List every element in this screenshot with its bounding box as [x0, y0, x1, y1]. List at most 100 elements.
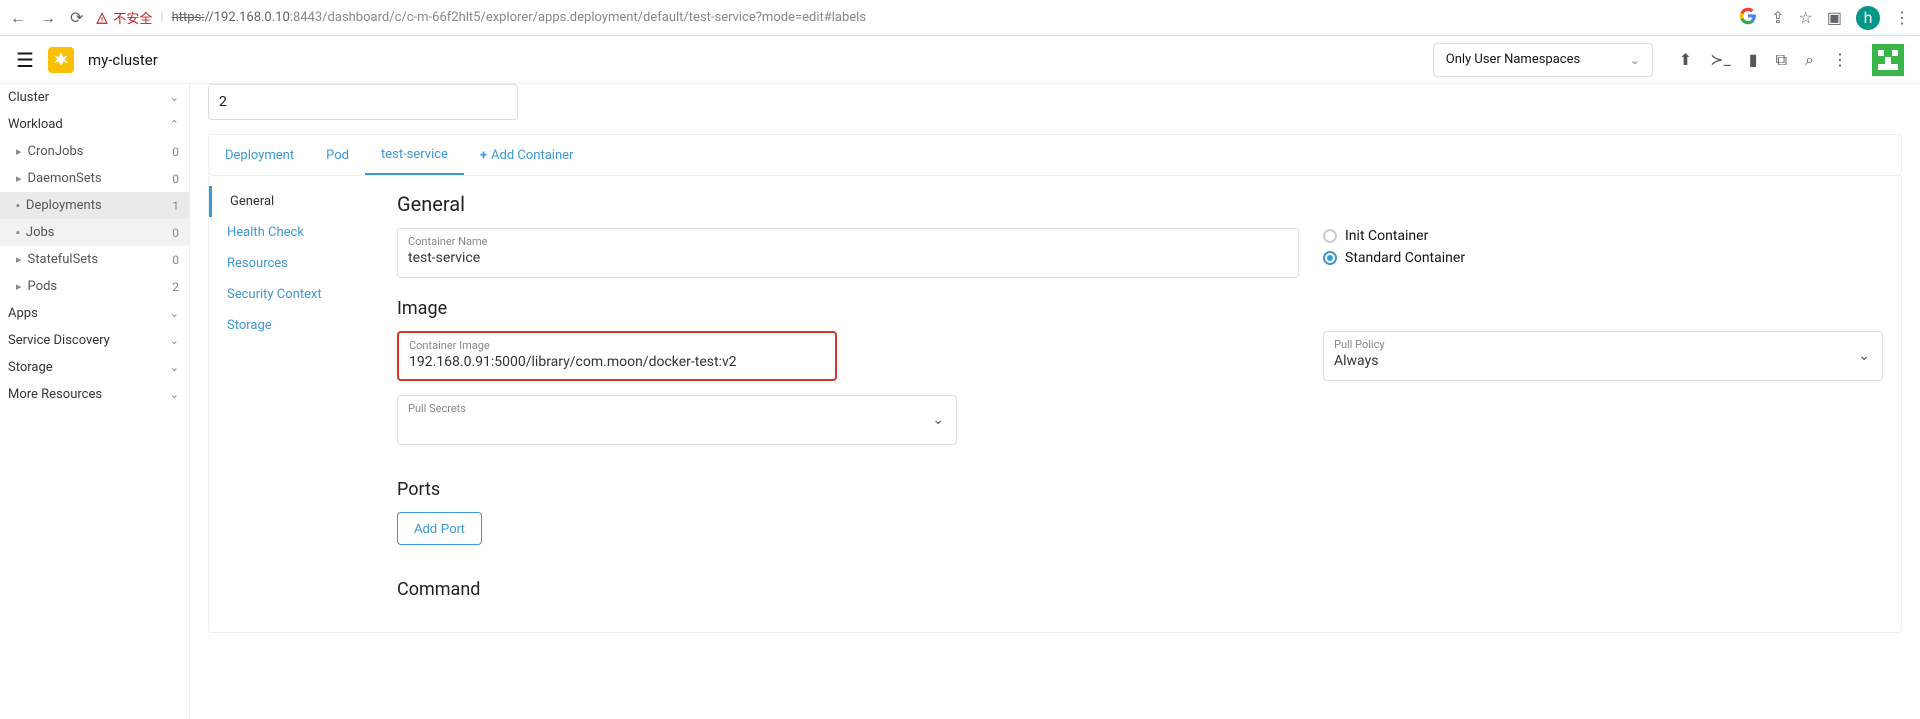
chevron-down-icon: ⌄ — [932, 412, 944, 428]
forward-icon[interactable]: → — [40, 10, 56, 26]
replicas-value: 2 — [219, 94, 227, 110]
extension-icon[interactable]: ▣ — [1827, 8, 1842, 27]
folder-icon: ▸ — [16, 280, 22, 293]
app-header: ☰ my-cluster Only User Namespaces ⌄ ⬆ ≻_… — [0, 36, 1920, 84]
section-ports-title: Ports — [397, 479, 1883, 500]
rancher-logo[interactable] — [48, 47, 74, 73]
terminal-icon[interactable]: ≻_ — [1710, 50, 1731, 70]
browser-actions: ⇪ ☆ ▣ h ⋮ — [1739, 6, 1910, 30]
chevron-down-icon: ⌄ — [170, 307, 179, 320]
kebab-icon[interactable]: ⋮ — [1894, 8, 1910, 27]
plus-icon: + — [480, 148, 487, 163]
reload-icon[interactable]: ⟳ — [70, 10, 83, 26]
user-avatar[interactable] — [1872, 44, 1904, 76]
radio-init-container[interactable]: Init Container — [1323, 228, 1883, 244]
sidebar-apps[interactable]: Apps ⌄ — [0, 300, 189, 327]
container-image-label: Container Image — [409, 339, 825, 352]
radio-standard-container[interactable]: Standard Container — [1323, 250, 1883, 266]
tab-add-container[interactable]: +Add Container — [464, 135, 589, 175]
container-name-label: Container Name — [408, 235, 1288, 248]
star-icon[interactable]: ☆ — [1799, 8, 1813, 27]
pull-secrets-value — [408, 417, 946, 433]
search-icon[interactable]: ⌕ — [1805, 50, 1814, 70]
separator: | — [160, 10, 163, 25]
pull-policy-value: Always — [1334, 353, 1872, 369]
insecure-badge: 不安全 — [95, 8, 152, 27]
subnav-health-check[interactable]: Health Check — [209, 217, 379, 248]
container-image-field[interactable]: Container Image 192.168.0.91:5000/librar… — [397, 331, 837, 381]
chevron-down-icon: ⌄ — [1630, 53, 1640, 67]
container-image-value: 192.168.0.91:5000/library/com.moon/docke… — [409, 354, 825, 370]
pull-policy-label: Pull Policy — [1334, 338, 1872, 351]
folder-icon: ▸ — [16, 253, 22, 266]
replicas-row: 2 — [208, 84, 1902, 120]
sidebar-item-pods[interactable]: ▸Pods 2 — [0, 273, 189, 300]
menu-icon[interactable]: ☰ — [16, 48, 34, 72]
subnav-security-context[interactable]: Security Context — [209, 279, 379, 310]
subnav-general[interactable]: General — [209, 186, 379, 217]
container-tabs: Deployment Pod test-service +Add Contain… — [208, 134, 1902, 176]
sidebar-item-daemonsets[interactable]: ▸DaemonSets 0 — [0, 165, 189, 192]
container-name-value: test-service — [408, 250, 1288, 266]
app-shell: Cluster ⌄ Workload ⌃ ▸CronJobs 0 ▸Daemon… — [0, 84, 1920, 719]
count-badge: 0 — [172, 172, 179, 186]
file-icon[interactable]: ▮ — [1749, 50, 1758, 70]
chevron-down-icon: ⌄ — [170, 334, 179, 347]
header-tools: ⬆ ≻_ ▮ ⧉ ⌕ ⋮ — [1679, 50, 1848, 70]
sidebar-workload[interactable]: Workload ⌃ — [0, 111, 189, 138]
tab-deployment[interactable]: Deployment — [209, 135, 310, 175]
insecure-label: 不安全 — [113, 8, 152, 27]
pull-secrets-select[interactable]: Pull Secrets ⌄ — [397, 395, 957, 445]
pull-policy-select[interactable]: Pull Policy Always ⌄ — [1323, 331, 1883, 381]
more-icon[interactable]: ⋮ — [1832, 50, 1848, 70]
url-text: https://192.168.0.10:8443/dashboard/c/c-… — [172, 10, 866, 25]
tab-pod[interactable]: Pod — [310, 135, 365, 175]
sidebar-storage[interactable]: Storage ⌄ — [0, 354, 189, 381]
upload-icon[interactable]: ⬆ — [1679, 50, 1692, 70]
cluster-name[interactable]: my-cluster — [88, 51, 158, 69]
subnav-resources[interactable]: Resources — [209, 248, 379, 279]
replicas-input[interactable]: 2 — [208, 84, 518, 120]
sidebar-service-discovery[interactable]: Service Discovery ⌄ — [0, 327, 189, 354]
chevron-down-icon: ⌄ — [1858, 348, 1870, 364]
clipboard-icon[interactable]: ⧉ — [1776, 50, 1787, 70]
profile-avatar[interactable]: h — [1856, 6, 1880, 30]
sidebar-item-cronjobs[interactable]: ▸CronJobs 0 — [0, 138, 189, 165]
radio-icon — [1323, 251, 1337, 265]
google-icon[interactable] — [1739, 7, 1757, 29]
chevron-down-icon: ⌄ — [170, 388, 179, 401]
back-icon[interactable]: ← — [10, 10, 26, 26]
namespace-label: Only User Namespaces — [1446, 52, 1580, 67]
main-panel: 2 Deployment Pod test-service +Add Conta… — [190, 84, 1920, 719]
chevron-up-icon: ⌃ — [170, 118, 179, 131]
container-name-field[interactable]: Container Name test-service — [397, 228, 1299, 278]
sidebar-cluster[interactable]: Cluster ⌄ — [0, 84, 189, 111]
general-panel: General Container Name test-service Init… — [379, 176, 1901, 632]
tab-test-service[interactable]: test-service — [365, 135, 464, 175]
folder-icon: ▪ — [16, 199, 20, 212]
share-icon[interactable]: ⇪ — [1771, 8, 1784, 27]
sidebar-item-deployments[interactable]: ▪Deployments 1 — [0, 192, 189, 219]
chevron-down-icon: ⌄ — [170, 361, 179, 374]
count-badge: 0 — [172, 226, 179, 240]
namespace-selector[interactable]: Only User Namespaces ⌄ — [1433, 43, 1653, 77]
pull-secrets-label: Pull Secrets — [408, 402, 946, 415]
add-port-button[interactable]: Add Port — [397, 512, 482, 545]
sidebar-item-statefulsets[interactable]: ▸StatefulSets 0 — [0, 246, 189, 273]
folder-icon: ▪ — [16, 226, 20, 239]
container-editor: General Health Check Resources Security … — [208, 176, 1902, 633]
folder-icon: ▸ — [16, 145, 22, 158]
count-badge: 0 — [172, 253, 179, 267]
folder-icon: ▸ — [16, 172, 22, 185]
subnav-storage[interactable]: Storage — [209, 310, 379, 341]
radio-icon — [1323, 229, 1337, 243]
container-subnav: General Health Check Resources Security … — [209, 176, 379, 632]
browser-nav: ← → ⟳ — [10, 10, 83, 26]
sidebar-more-resources[interactable]: More Resources ⌄ — [0, 381, 189, 408]
address-bar[interactable]: 不安全 | https://192.168.0.10:8443/dashboar… — [95, 8, 1727, 27]
sidebar: Cluster ⌄ Workload ⌃ ▸CronJobs 0 ▸Daemon… — [0, 84, 190, 719]
sidebar-item-jobs[interactable]: ▪Jobs 0 — [0, 219, 189, 246]
chevron-down-icon: ⌄ — [170, 91, 179, 104]
count-badge: 0 — [172, 145, 179, 159]
section-command-title: Command — [397, 579, 1883, 600]
